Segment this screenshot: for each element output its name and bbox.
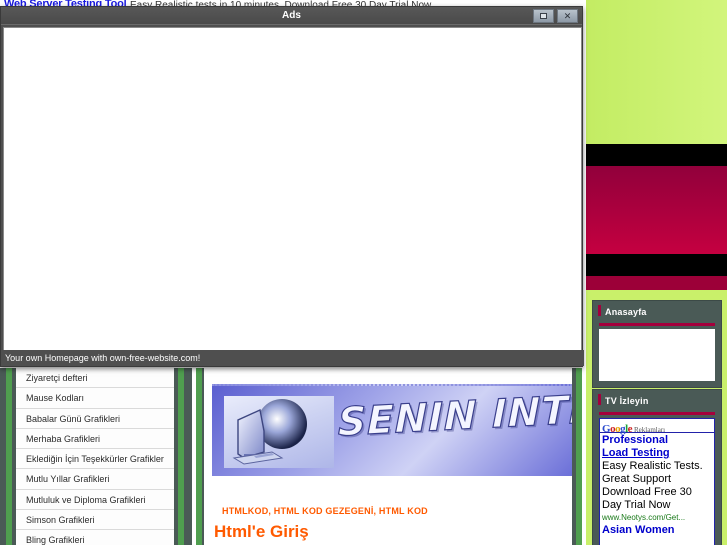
maximize-button[interactable] <box>533 9 554 23</box>
sidebar-item-merhaba[interactable]: Merhaba Grafikleri <box>16 429 174 450</box>
google-ad-title-line1[interactable]: Asian Women <box>602 524 712 537</box>
widget-tv-izleyin: TV İzleyin Google Reklamları Professional… <box>592 389 722 545</box>
close-button[interactable]: ✕ <box>557 9 578 23</box>
sidebar-item-tesekkurler[interactable]: Eklediğin İçin Teşekkürler Grafikler <box>16 449 174 470</box>
band-black-lower <box>586 254 727 276</box>
sidebar-item-babalar-gunu[interactable]: Babalar Günü Grafikleri <box>16 409 174 429</box>
widget-anasayfa-title: Anasayfa <box>593 301 721 323</box>
widget-tv-title: TV İzleyin <box>593 390 721 412</box>
google-ad-title-line1[interactable]: Professional <box>602 434 712 447</box>
sidebar-item-ziyaretci-defteri[interactable]: Ziyaretçi defteri <box>16 368 174 389</box>
sidebar-item-bling[interactable]: Bling Grafikleri <box>16 530 174 545</box>
ads-window-footer: Your own Homepage with own-free-website.… <box>1 350 584 366</box>
widget-tv-rule <box>599 412 715 415</box>
ads-window-title: Ads <box>282 10 301 21</box>
computer-monitor-icon <box>224 396 334 468</box>
main-green-accent-bar-right <box>576 368 582 545</box>
google-ad-url[interactable]: www.Neotys.com/Get... <box>602 512 712 523</box>
google-ad-title-line2[interactable]: Load Testing <box>602 447 712 460</box>
left-green-accent-bar <box>6 368 12 545</box>
left-sidebar: Ziyaretçi defteri Mause Kodları Babalar … <box>0 368 192 545</box>
ads-window-titlebar[interactable]: Ads ✕ <box>1 7 582 25</box>
google-ad-body: Easy Realistic Tests. Great Support Down… <box>602 460 703 511</box>
main-green-accent-bar-left <box>196 368 202 545</box>
main-content-box: SENIN INTERN HTMLKOD, HTML KOD GEZEGENİ,… <box>204 368 572 545</box>
sidebar-item-mause-kodlari[interactable]: Mause Kodları <box>16 388 174 409</box>
sidebar-item-mutluluk-diploma[interactable]: Mutluluk ve Diploma Grafikleri <box>16 490 174 511</box>
google-logo: Google <box>602 423 633 435</box>
screen: Web Server Testing Tool Easy Realistic t… <box>0 0 727 545</box>
widget-anasayfa: Anasayfa <box>592 300 722 388</box>
google-ads-block: Google Reklamları Professional Load Testi… <box>599 418 715 545</box>
google-ads-header: Google Reklamları <box>600 419 714 435</box>
maximize-icon <box>540 13 547 19</box>
widget-anasayfa-body <box>599 329 715 381</box>
page-title: Html'e Giriş <box>214 522 309 541</box>
monitor-globe-illustration <box>232 399 307 465</box>
ads-window-content <box>3 27 582 359</box>
site-banner: SENIN INTERN <box>212 384 572 476</box>
widget-anasayfa-rule <box>599 323 715 326</box>
widget-tv-body: Google Reklamları Professional Load Testi… <box>599 418 715 545</box>
sidebar-item-mutlu-yillar[interactable]: Mutlu Yıllar Grafikleri <box>16 469 174 490</box>
band-black-upper <box>586 144 727 166</box>
sidebar-item-simson[interactable]: Simson Grafikleri <box>16 510 174 531</box>
ads-popup-window: Ads ✕ Your own Homepage with own-free-we… <box>0 6 584 367</box>
window-controls: ✕ <box>533 9 578 23</box>
main-content-column: SENIN INTERN HTMLKOD, HTML KOD GEZEGENİ,… <box>196 368 582 545</box>
band-red-upper <box>586 166 727 254</box>
left-green-accent-bar-right <box>178 368 184 545</box>
keywords-line: HTMLKOD, HTML KOD GEZEGENİ, HTML KOD <box>222 506 428 516</box>
band-red-lower <box>586 276 727 290</box>
banner-headline: SENIN INTERN <box>337 384 572 446</box>
google-ad-item[interactable]: Asian Women <box>600 523 714 537</box>
nav-list: Ziyaretçi defteri Mause Kodları Babalar … <box>16 368 174 545</box>
google-ad-item[interactable]: Professional Load Testing Easy Realistic… <box>600 433 714 523</box>
band-green-top <box>586 0 727 144</box>
google-ads-label: Reklamları <box>634 426 666 434</box>
